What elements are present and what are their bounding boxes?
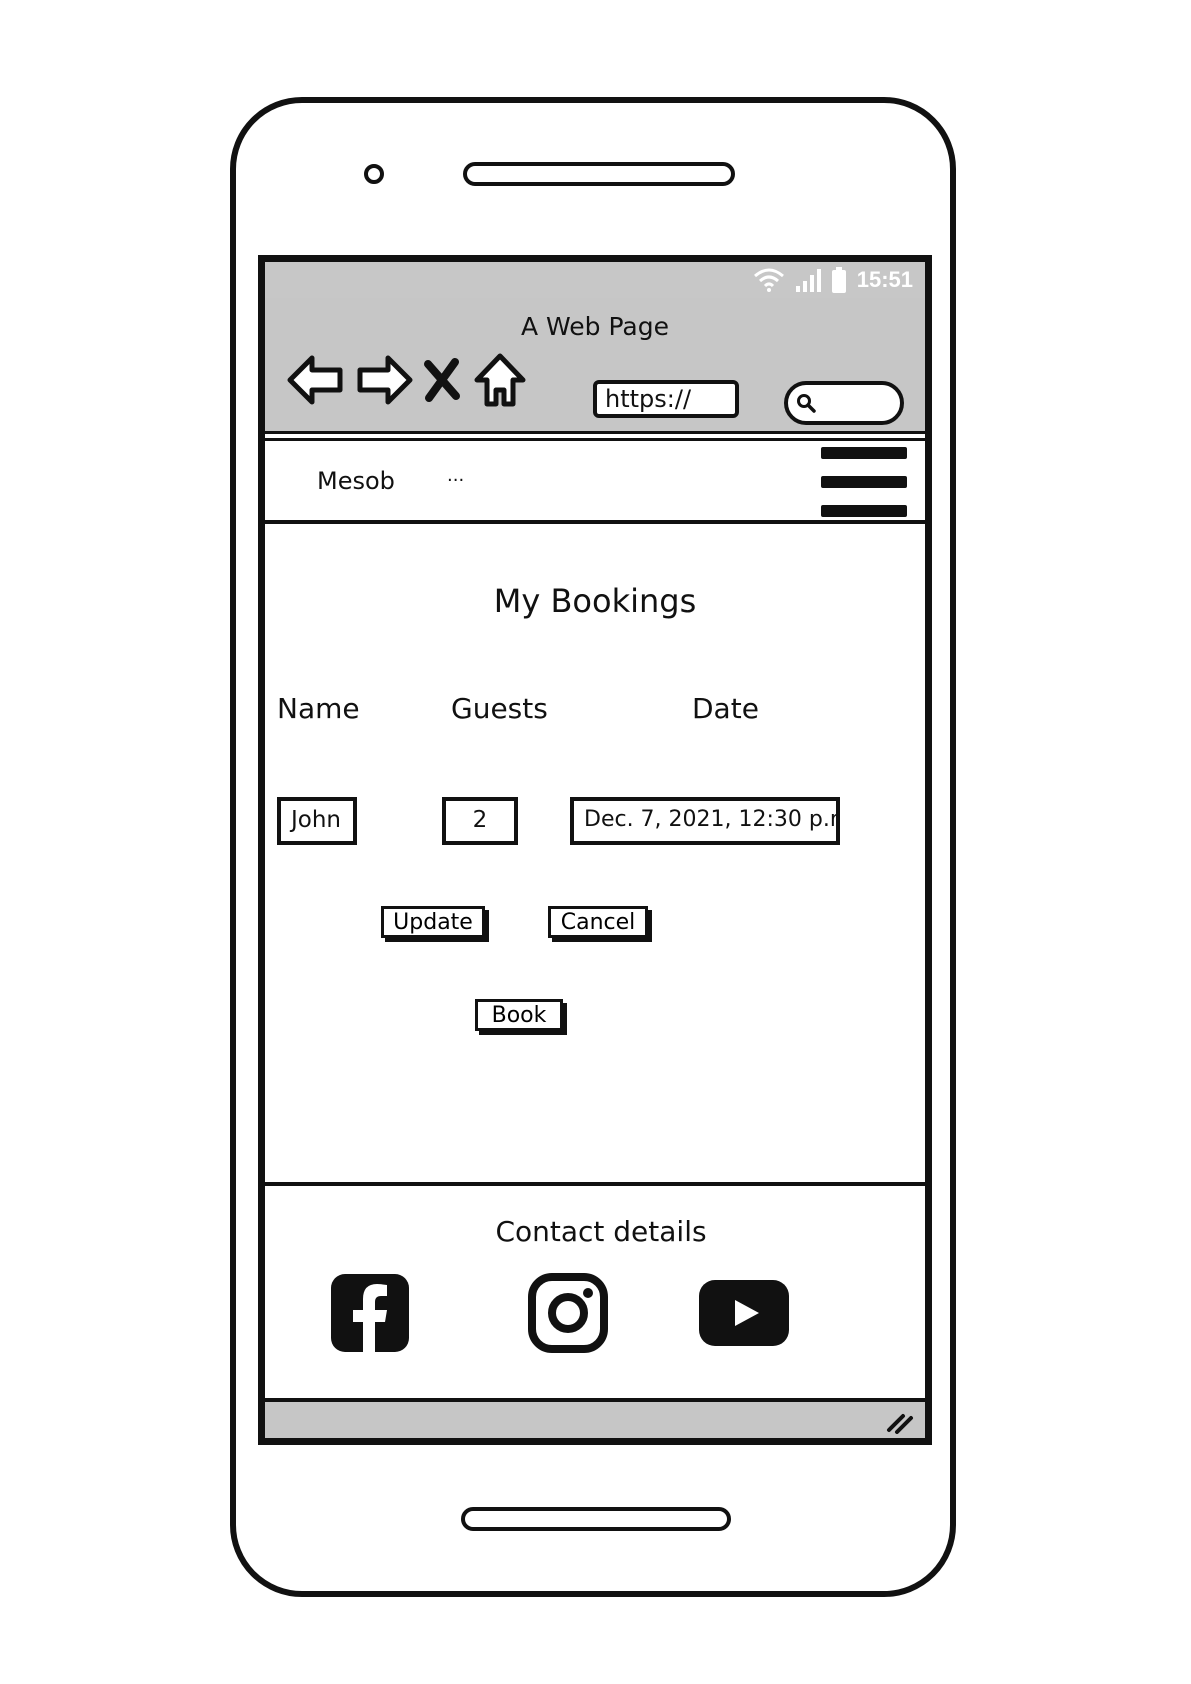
browser-toolbar: A Web Page https://	[265, 298, 925, 434]
contact-title: Contact details	[495, 1215, 707, 1248]
book-button[interactable]: Book	[475, 999, 563, 1031]
phone-screen: 15:51 A Web Page https:// Mesob ... My B…	[258, 255, 932, 1445]
wifi-icon	[753, 268, 784, 292]
footer-divider	[265, 1182, 925, 1186]
youtube-link[interactable]	[697, 1278, 791, 1348]
battery-icon	[831, 267, 846, 293]
brand-name[interactable]: Mesob	[317, 467, 395, 495]
column-header-guests: Guests	[451, 692, 548, 725]
cancel-button[interactable]: Cancel	[548, 906, 648, 938]
home-button[interactable]	[461, 1507, 731, 1531]
search-input[interactable]	[784, 381, 904, 425]
stop-button[interactable]	[419, 352, 465, 408]
hamburger-menu-icon[interactable]	[821, 447, 907, 517]
instagram-icon	[528, 1273, 608, 1353]
home-icon	[474, 353, 526, 407]
name-field[interactable]: John	[277, 797, 357, 845]
back-button[interactable]	[285, 352, 347, 408]
home-nav-button[interactable]	[473, 352, 527, 408]
youtube-icon	[699, 1280, 789, 1346]
column-header-date: Date	[692, 692, 759, 725]
hamburger-line	[821, 447, 907, 459]
hamburger-line	[821, 476, 907, 488]
bottom-bar	[265, 1398, 925, 1438]
camera-icon	[364, 164, 384, 184]
hamburger-line	[821, 505, 907, 517]
browser-title: A Web Page	[520, 312, 670, 341]
site-header: Mesob ...	[265, 438, 925, 524]
forward-button[interactable]	[353, 352, 415, 408]
column-header-name: Name	[277, 692, 360, 725]
signal-icon	[795, 269, 821, 292]
date-field[interactable]: Dec. 7, 2021, 12:30 p.m.	[570, 797, 840, 845]
url-input[interactable]: https://	[593, 380, 739, 418]
facebook-link[interactable]	[329, 1272, 411, 1354]
resize-handle-icon[interactable]	[885, 1410, 915, 1434]
instagram-link[interactable]	[527, 1272, 609, 1354]
search-icon	[797, 394, 816, 413]
nav-ellipsis: ...	[447, 465, 465, 486]
guests-field[interactable]: 2	[442, 797, 518, 845]
status-time: 15:51	[856, 267, 913, 292]
forward-arrow-icon	[357, 355, 413, 405]
update-button[interactable]: Update	[381, 906, 485, 938]
speaker-grille	[463, 162, 735, 186]
status-bar: 15:51	[265, 262, 925, 298]
page-title: My Bookings	[493, 582, 697, 620]
close-icon	[424, 358, 460, 402]
back-arrow-icon	[287, 355, 343, 405]
facebook-icon	[331, 1274, 409, 1352]
